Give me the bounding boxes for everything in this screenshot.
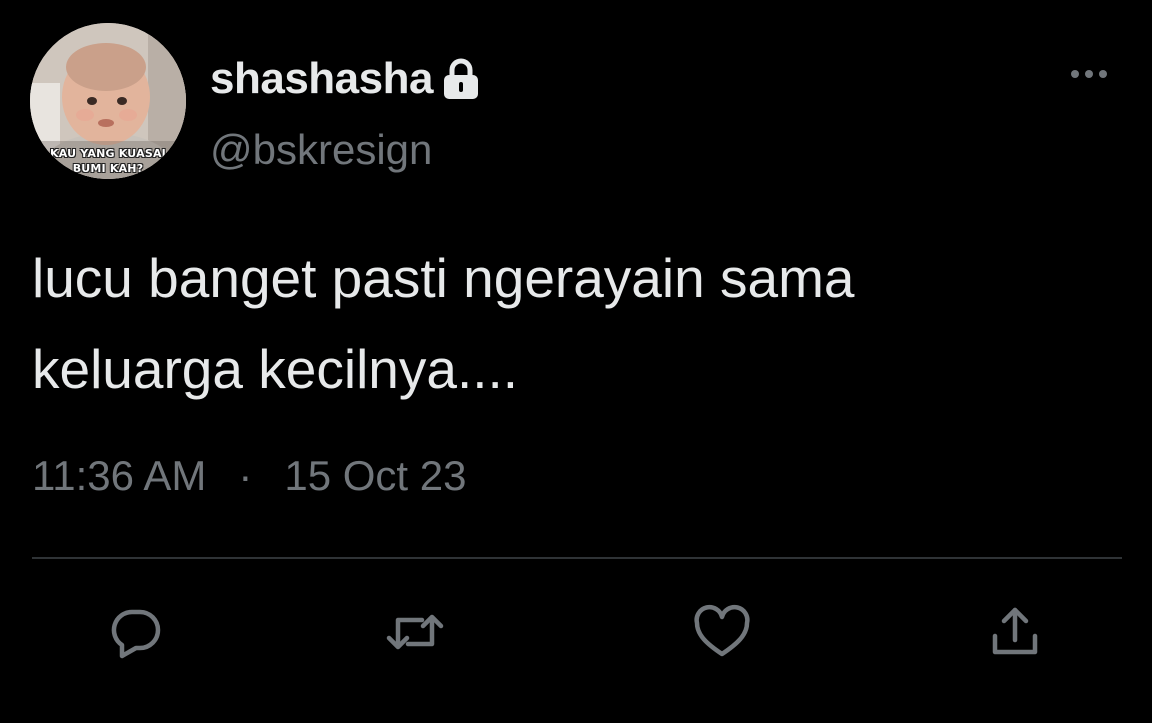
tweet-text-line2: keluarga kecilnya.... xyxy=(32,338,519,400)
avatar-caption-line1: KAU YANG KUASAI xyxy=(50,147,166,160)
retweet-button[interactable] xyxy=(386,603,444,661)
tweet-text-line1: lucu banget pasti ngerayain sama xyxy=(32,247,855,309)
share-button[interactable] xyxy=(986,603,1044,661)
lock-icon xyxy=(441,58,481,105)
reply-icon xyxy=(111,609,161,659)
author-handle[interactable]: @bskresign xyxy=(210,126,432,174)
retweet-icon xyxy=(386,614,444,650)
like-button[interactable] xyxy=(693,603,751,661)
display-name[interactable]: shashasha xyxy=(210,54,433,104)
avatar-caption-line2: BUMI KAH? xyxy=(72,162,144,175)
bottom-edge xyxy=(0,707,1152,723)
tweet-text: lucu banget pasti ngerayain sama keluarg… xyxy=(32,233,1112,415)
tweet-time[interactable]: 11:36 AM xyxy=(32,452,206,500)
avatar[interactable]: KAU YANG KUASAI BUMI KAH? xyxy=(30,23,186,179)
reply-button[interactable] xyxy=(107,603,165,661)
more-horizontal-icon[interactable] xyxy=(1068,64,1110,84)
author-name-row[interactable]: shashasha xyxy=(210,52,481,106)
meta-separator: · xyxy=(238,452,253,499)
share-icon xyxy=(992,607,1038,655)
divider xyxy=(32,557,1122,559)
tweet-date[interactable]: 15 Oct 23 xyxy=(284,452,466,500)
tweet-metadata: 11:36 AM · 15 Oct 23 xyxy=(32,452,466,500)
heart-icon xyxy=(694,604,750,657)
